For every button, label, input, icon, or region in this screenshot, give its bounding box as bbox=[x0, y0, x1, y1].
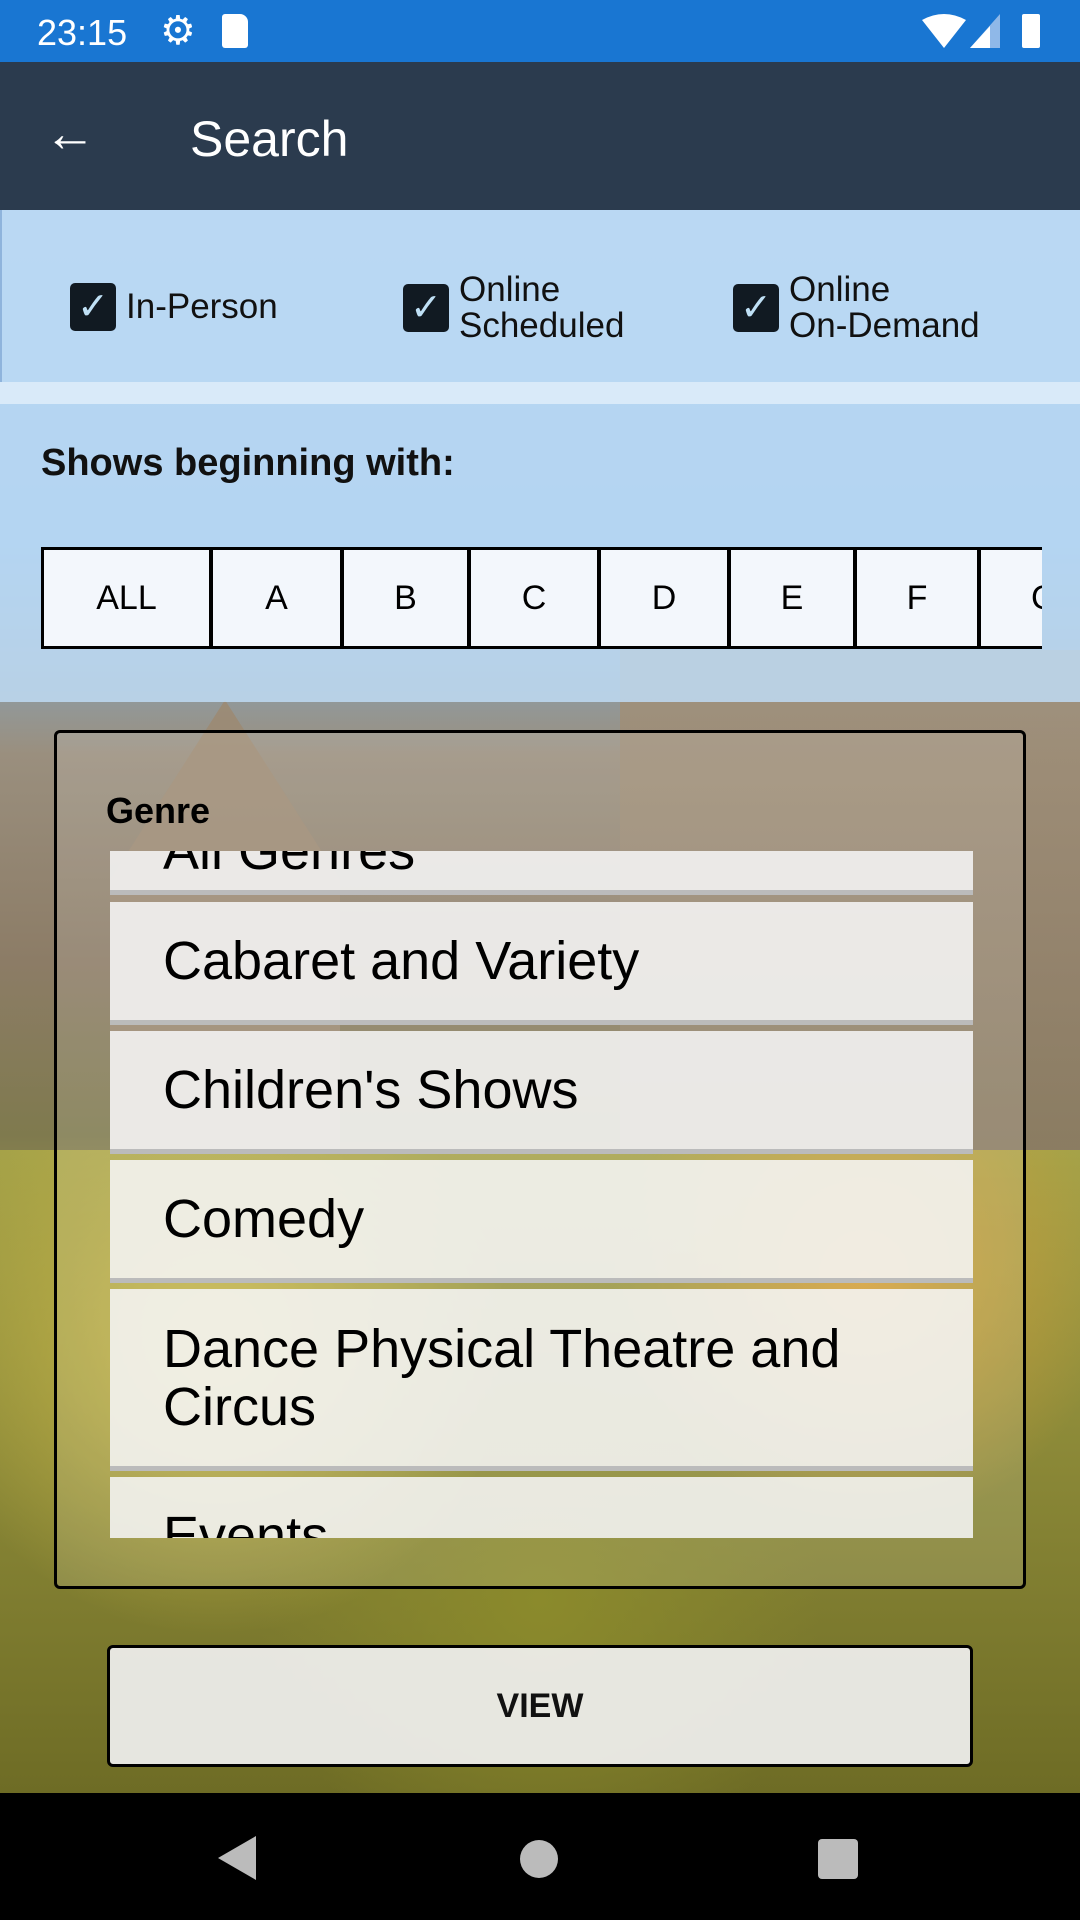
letter-button-b[interactable]: B bbox=[344, 550, 471, 646]
genre-item[interactable]: Comedy bbox=[110, 1160, 973, 1283]
genre-label: Genre bbox=[106, 790, 211, 831]
checkbox-in-person[interactable]: ✓ In-Person bbox=[70, 283, 278, 331]
arrow-back-icon[interactable]: ← bbox=[44, 108, 96, 160]
letter-button-d[interactable]: D bbox=[601, 550, 731, 646]
toolbar: ← Search bbox=[0, 62, 1080, 210]
letter-button-e[interactable]: E bbox=[731, 550, 857, 646]
letter-button-all[interactable]: ALL bbox=[44, 550, 213, 646]
letter-button-c[interactable]: C bbox=[471, 550, 601, 646]
genre-item[interactable]: Cabaret and Variety bbox=[110, 902, 973, 1025]
checkbox-online-on-demand[interactable]: ✓ Online On-Demand bbox=[733, 272, 980, 344]
status-bar: 23:15 ⚙ bbox=[0, 0, 1080, 62]
genre-item[interactable]: Dance Physical Theatre and Circus bbox=[110, 1289, 973, 1471]
genre-item[interactable]: Children's Shows bbox=[110, 1031, 973, 1154]
label-line: Scheduled bbox=[459, 306, 625, 345]
view-button[interactable]: VIEW bbox=[107, 1645, 973, 1767]
genre-item[interactable]: All Genres bbox=[110, 851, 973, 895]
sd-card-icon bbox=[222, 14, 248, 48]
page-title: Search bbox=[190, 111, 349, 167]
letter-button-g[interactable]: G bbox=[981, 550, 1042, 646]
letter-button-f[interactable]: F bbox=[857, 550, 981, 646]
genre-list[interactable]: All Genres Cabaret and Variety Children'… bbox=[110, 851, 973, 1538]
checkbox-label: Online On-Demand bbox=[789, 272, 980, 344]
back-nav-icon[interactable] bbox=[218, 1836, 256, 1880]
checkbox-online-scheduled[interactable]: ✓ Online Scheduled bbox=[403, 272, 624, 344]
settings-icon: ⚙ bbox=[160, 9, 196, 53]
home-nav-icon[interactable] bbox=[520, 1840, 558, 1878]
label-line: Online bbox=[459, 270, 561, 309]
recents-nav-icon[interactable] bbox=[818, 1839, 858, 1879]
letter-button-a[interactable]: A bbox=[213, 550, 344, 646]
label-line: On-Demand bbox=[789, 306, 980, 345]
shows-beginning-label: Shows beginning with: bbox=[41, 442, 455, 484]
navigation-bar bbox=[0, 1793, 1080, 1920]
label-line: Online bbox=[789, 270, 891, 309]
checkbox-label: In-Person bbox=[126, 287, 278, 326]
battery-icon bbox=[1022, 14, 1040, 48]
signal-icon bbox=[970, 14, 1000, 48]
checkbox-checked-icon: ✓ bbox=[403, 284, 449, 332]
divider bbox=[0, 382, 1080, 404]
genre-item[interactable]: Events bbox=[110, 1477, 973, 1538]
checkbox-checked-icon: ✓ bbox=[70, 283, 116, 331]
wifi-icon bbox=[922, 14, 966, 48]
status-time: 23:15 bbox=[37, 12, 128, 53]
checkbox-label: Online Scheduled bbox=[459, 272, 624, 344]
letter-selector[interactable]: ALL A B C D E F G bbox=[41, 547, 1042, 649]
checkbox-checked-icon: ✓ bbox=[733, 284, 779, 332]
